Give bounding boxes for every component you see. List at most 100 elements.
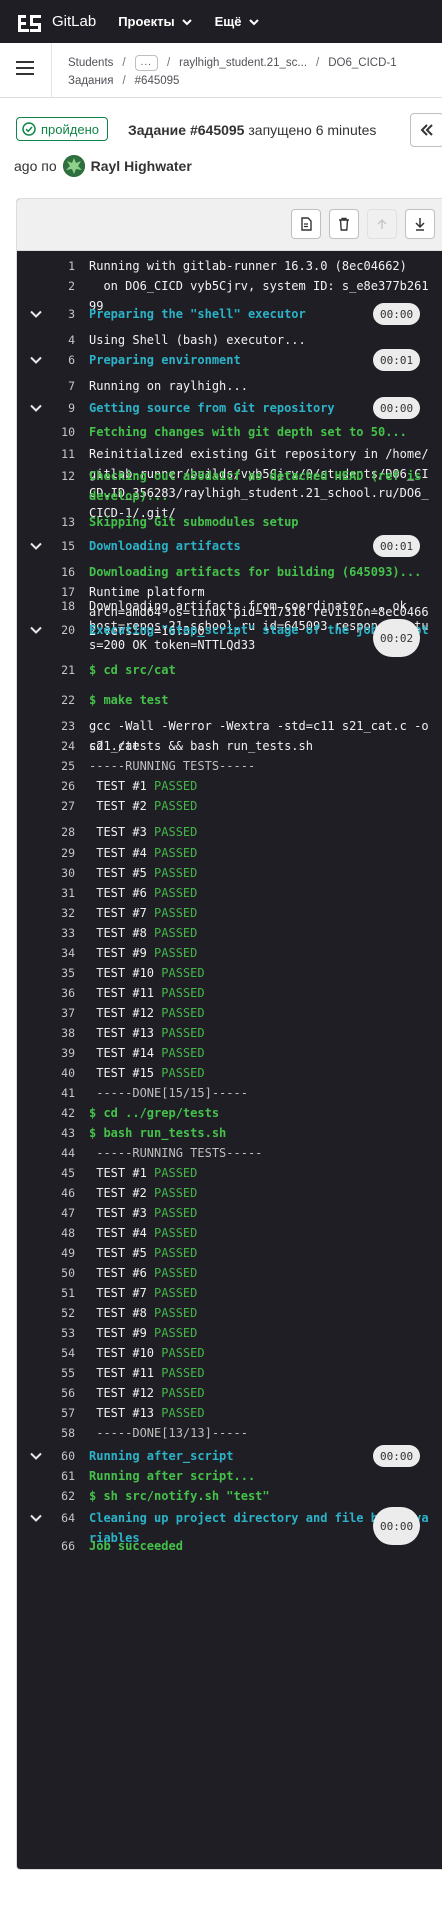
line-number[interactable]: 32 <box>39 906 75 920</box>
line-number[interactable]: 23 <box>39 719 75 733</box>
line-number[interactable]: 57 <box>39 1406 75 1420</box>
log-line-text: TEST #11 PASSED <box>89 1366 205 1380</box>
line-number[interactable]: 34 <box>39 946 75 960</box>
line-number[interactable]: 51 <box>39 1286 75 1300</box>
gitlab-logo[interactable]: GitLab <box>16 11 96 33</box>
line-number[interactable]: 13 <box>39 515 75 529</box>
passed-label: PASSED <box>154 1286 198 1300</box>
log-line-text: Running after script... <box>89 1469 256 1483</box>
avatar[interactable] <box>62 155 85 177</box>
line-number[interactable]: 40 <box>39 1066 75 1080</box>
line-number[interactable]: 66 <box>39 1539 75 1553</box>
log-line-text: TEST #4 PASSED <box>89 846 198 860</box>
line-number[interactable]: 33 <box>39 926 75 940</box>
erase-log-button[interactable] <box>329 209 359 239</box>
line-number[interactable]: 61 <box>39 1469 75 1483</box>
log-line-text: TEST #11 PASSED <box>89 986 205 1000</box>
check-circle-icon <box>22 122 36 136</box>
line-number[interactable]: 15 <box>39 539 75 553</box>
line-number[interactable]: 29 <box>39 846 75 860</box>
line-number[interactable]: 62 <box>39 1489 75 1503</box>
breadcrumb-separator: / <box>122 57 126 69</box>
line-number[interactable]: 11 <box>39 447 75 461</box>
job-header: пройдено Задание #645095 запущено 6 minu… <box>0 113 442 183</box>
line-number[interactable]: 37 <box>39 1006 75 1020</box>
line-number[interactable]: 55 <box>39 1366 75 1380</box>
line-number[interactable]: 58 <box>39 1426 75 1440</box>
line-number[interactable]: 21 <box>39 663 75 677</box>
log-line-text: TEST #10 PASSED <box>89 966 205 980</box>
line-number[interactable]: 42 <box>39 1106 75 1120</box>
breadcrumb-collapsed-button[interactable]: ... <box>134 55 158 71</box>
line-number[interactable]: 24 <box>39 739 75 753</box>
line-number[interactable]: 60 <box>39 1449 75 1463</box>
line-number[interactable]: 45 <box>39 1166 75 1180</box>
line-number[interactable]: 20 <box>39 623 75 637</box>
line-number[interactable]: 2 <box>39 279 75 293</box>
line-number[interactable]: 28 <box>39 825 75 839</box>
line-number[interactable]: 39 <box>39 1046 75 1060</box>
nav-more-dropdown[interactable]: Ещё <box>215 14 260 29</box>
line-number[interactable]: 54 <box>39 1346 75 1360</box>
line-number[interactable]: 52 <box>39 1306 75 1320</box>
section-duration-badge: 00:01 <box>373 349 421 371</box>
line-number[interactable]: 3 <box>39 307 75 321</box>
sidebar-collapse-button[interactable] <box>410 113 442 147</box>
line-number[interactable]: 25 <box>39 759 75 773</box>
log-line-text: TEST #5 PASSED <box>89 866 198 880</box>
passed-label: PASSED <box>154 866 198 880</box>
line-number[interactable]: 50 <box>39 1266 75 1280</box>
line-number[interactable]: 12 <box>39 469 75 483</box>
line-number[interactable]: 22 <box>39 693 75 707</box>
line-number[interactable]: 36 <box>39 986 75 1000</box>
line-number[interactable]: 27 <box>39 799 75 813</box>
section-duration-badge: 00:00 <box>373 397 421 419</box>
top-navbar: GitLab Проекты Ещё <box>0 0 442 43</box>
hamburger-menu-icon[interactable] <box>16 61 34 75</box>
scroll-bottom-button[interactable] <box>405 209 435 239</box>
line-number[interactable]: 18 <box>39 599 75 613</box>
line-number[interactable]: 26 <box>39 779 75 793</box>
line-number[interactable]: 64 <box>39 1511 75 1525</box>
line-number[interactable]: 7 <box>39 379 75 393</box>
log-line-text: Running with gitlab-runner 16.3.0 (8ec04… <box>89 259 407 273</box>
line-number[interactable]: 17 <box>39 585 75 599</box>
line-number[interactable]: 56 <box>39 1386 75 1400</box>
breadcrumb-students[interactable]: Students <box>68 54 113 72</box>
line-number[interactable]: 9 <box>39 401 75 415</box>
breadcrumb-jobs[interactable]: Задания <box>68 72 113 90</box>
line-number[interactable]: 6 <box>39 353 75 367</box>
log-line-text: Using Shell (bash) executor... <box>89 333 306 347</box>
raw-log-button[interactable] <box>291 209 321 239</box>
line-number[interactable]: 30 <box>39 866 75 880</box>
job-log: 1 Running with gitlab-runner 16.3.0 (8ec0… <box>16 198 442 1870</box>
breadcrumb-project-group[interactable]: raylhigh_student.21_sc... <box>179 54 307 72</box>
line-number[interactable]: 46 <box>39 1186 75 1200</box>
log-line-text: Fetching changes with git depth set to 5… <box>89 425 407 439</box>
nav-projects-dropdown[interactable]: Проекты <box>118 14 192 29</box>
line-number[interactable]: 16 <box>39 565 75 579</box>
breadcrumb-project[interactable]: DO6_CICD-1 <box>328 54 396 72</box>
passed-label: PASSED <box>154 926 198 940</box>
line-number[interactable]: 48 <box>39 1226 75 1240</box>
passed-label: PASSED <box>154 886 198 900</box>
author-link[interactable]: Rayl Highwater <box>91 158 192 174</box>
passed-label: PASSED <box>161 1066 205 1080</box>
line-number[interactable]: 43 <box>39 1126 75 1140</box>
line-number[interactable]: 53 <box>39 1326 75 1340</box>
line-number[interactable]: 4 <box>39 333 75 347</box>
scroll-top-button[interactable] <box>367 209 397 239</box>
line-number[interactable]: 31 <box>39 886 75 900</box>
breadcrumb-job-id[interactable]: #645095 <box>135 72 180 90</box>
status-badge[interactable]: пройдено <box>16 117 108 141</box>
document-icon <box>301 217 312 231</box>
line-number[interactable]: 35 <box>39 966 75 980</box>
line-number[interactable]: 49 <box>39 1246 75 1260</box>
line-number[interactable]: 47 <box>39 1206 75 1220</box>
line-number[interactable]: 44 <box>39 1146 75 1160</box>
line-number[interactable]: 10 <box>39 425 75 439</box>
line-number[interactable]: 38 <box>39 1026 75 1040</box>
line-number[interactable]: 41 <box>39 1086 75 1100</box>
passed-label: PASSED <box>161 1346 205 1360</box>
line-number[interactable]: 1 <box>39 259 75 273</box>
